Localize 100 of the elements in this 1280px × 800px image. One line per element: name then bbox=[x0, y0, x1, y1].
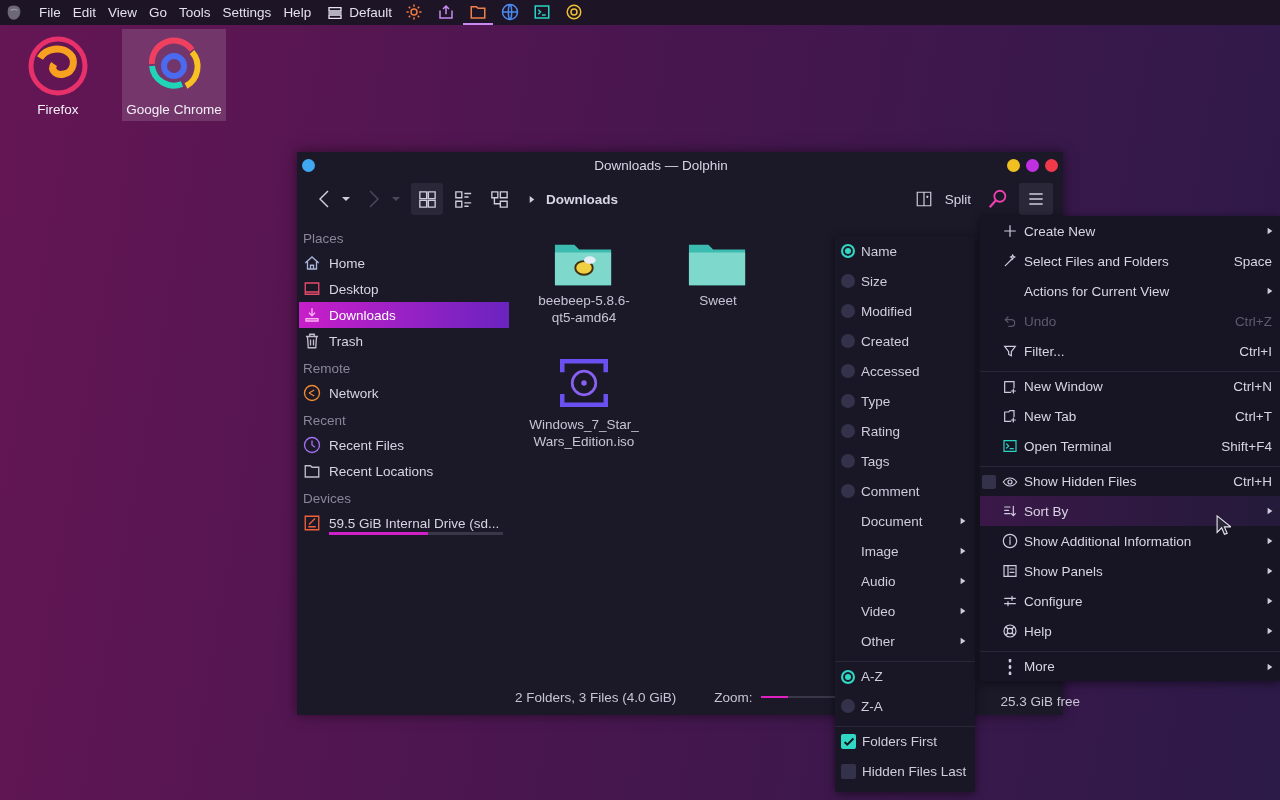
menu-item[interactable]: More bbox=[980, 651, 1280, 681]
shortcut-label: Ctrl+H bbox=[1233, 474, 1272, 489]
window-menu-icon[interactable] bbox=[302, 158, 315, 172]
submenu-arrow-icon bbox=[1266, 597, 1274, 605]
sort-icon bbox=[1002, 503, 1018, 519]
chevron-right-icon bbox=[369, 190, 379, 208]
place-item[interactable]: Home bbox=[299, 250, 509, 276]
menu-item[interactable]: Name bbox=[835, 236, 975, 266]
menu-item[interactable]: Select Files and Folders Space bbox=[980, 246, 1280, 276]
menu-item[interactable]: Show Additional Information bbox=[980, 526, 1280, 556]
menu-item[interactable]: Show Panels bbox=[980, 556, 1280, 586]
menu-item[interactable]: Configure bbox=[980, 586, 1280, 616]
menu-item[interactable]: Filter... Ctrl+I bbox=[980, 336, 1280, 366]
menu-item[interactable]: Rating bbox=[835, 416, 975, 446]
menu-item[interactable]: Create New bbox=[980, 216, 1280, 246]
close-button[interactable] bbox=[1045, 158, 1058, 172]
menu-item[interactable]: File bbox=[34, 1, 66, 24]
terminal-icon bbox=[532, 2, 551, 21]
menu-item[interactable]: Settings bbox=[217, 1, 277, 24]
shortcut-label: Ctrl+N bbox=[1233, 379, 1272, 394]
panels-icon bbox=[1002, 563, 1018, 579]
menu-item[interactable]: Created bbox=[835, 326, 975, 356]
menu-item[interactable]: Actions for Current View bbox=[980, 276, 1280, 306]
menu-item[interactable]: A-Z bbox=[835, 661, 975, 691]
window-title: Downloads — Dolphin bbox=[593, 157, 729, 173]
desktop-icon[interactable]: Google Chrome bbox=[122, 29, 226, 121]
section-heading: Recent bbox=[302, 412, 347, 430]
menu-item[interactable]: Type bbox=[835, 386, 975, 416]
home-icon bbox=[303, 254, 321, 272]
menu-item[interactable]: Accessed bbox=[835, 356, 975, 386]
place-item[interactable]: Desktop bbox=[299, 276, 509, 302]
menu-item[interactable]: Audio bbox=[835, 566, 975, 596]
menu-item[interactable]: Modified bbox=[835, 296, 975, 326]
layout-button[interactable]: Default bbox=[322, 1, 397, 24]
menu-button[interactable] bbox=[1019, 183, 1053, 215]
submenu-arrow-icon bbox=[1266, 567, 1274, 575]
radio-button[interactable] bbox=[841, 364, 855, 378]
menu-item[interactable]: Edit bbox=[67, 1, 102, 24]
submenu-arrow-icon bbox=[1266, 507, 1274, 515]
minimize-button[interactable] bbox=[1007, 158, 1020, 172]
network-icon bbox=[303, 384, 321, 402]
terminal-icon bbox=[1002, 438, 1018, 454]
submenu-arrow-icon bbox=[1266, 227, 1274, 235]
place-item[interactable]: Trash bbox=[299, 328, 509, 354]
menu-item[interactable]: Image bbox=[835, 536, 975, 566]
menu-item[interactable]: Video bbox=[835, 596, 975, 626]
breadcrumb-arrow-icon bbox=[527, 194, 536, 204]
caret-icon[interactable] bbox=[341, 194, 351, 204]
split-button[interactable]: Split bbox=[908, 184, 977, 214]
menu-item[interactable]: Folders First bbox=[835, 726, 975, 756]
place-item[interactable]: Recent Locations bbox=[299, 458, 509, 484]
checkbox[interactable] bbox=[982, 474, 996, 489]
clock-icon bbox=[303, 436, 321, 454]
sliders-icon bbox=[1002, 593, 1018, 609]
desktop-icon bbox=[303, 280, 321, 298]
menu-item[interactable]: View bbox=[103, 1, 143, 24]
lifebuoy-icon bbox=[1002, 623, 1018, 639]
place-item[interactable]: Network bbox=[299, 380, 509, 406]
menu-item[interactable]: Other bbox=[835, 626, 975, 656]
folder-item[interactable]: Sweet bbox=[653, 240, 783, 326]
submenu-arrow-icon bbox=[959, 517, 967, 525]
maximize-button[interactable] bbox=[1026, 158, 1039, 172]
menu-item[interactable]: Size bbox=[835, 266, 975, 296]
menu-item[interactable]: New Window Ctrl+N bbox=[980, 371, 1280, 401]
menu-item[interactable]: Go bbox=[144, 1, 173, 24]
upload-icon bbox=[436, 2, 455, 21]
checkbox[interactable] bbox=[841, 734, 856, 749]
trash-icon bbox=[303, 332, 321, 350]
radio-button[interactable] bbox=[841, 699, 855, 713]
folder-item[interactable]: beebeep-5.8.6-qt5-amd64 bbox=[519, 240, 649, 326]
menu-item[interactable]: Help bbox=[278, 1, 317, 24]
radio-button[interactable] bbox=[841, 244, 855, 258]
breadcrumb-item[interactable]: Downloads bbox=[540, 191, 624, 207]
disc-image-item[interactable]: Windows_7_Star_Wars_Edition.iso bbox=[519, 354, 649, 450]
menu-item[interactable]: Tags bbox=[835, 446, 975, 476]
menu-item[interactable]: Sort By bbox=[980, 496, 1280, 526]
radio-button[interactable] bbox=[841, 424, 855, 438]
menu-item[interactable]: Help bbox=[980, 616, 1280, 646]
radio-button[interactable] bbox=[841, 454, 855, 468]
download-icon bbox=[303, 306, 321, 324]
menu-item[interactable]: Document bbox=[835, 506, 975, 536]
radio-button[interactable] bbox=[841, 274, 855, 288]
radio-button[interactable] bbox=[841, 669, 855, 684]
view-mode-button[interactable] bbox=[411, 183, 443, 215]
place-item[interactable]: Downloads bbox=[299, 302, 509, 328]
menu-item[interactable]: New Tab Ctrl+T bbox=[980, 401, 1280, 431]
place-item[interactable]: Recent Files bbox=[299, 432, 509, 458]
radio-button[interactable] bbox=[841, 304, 855, 318]
checkbox[interactable] bbox=[841, 763, 856, 779]
menu-item[interactable]: Z-A bbox=[835, 691, 975, 721]
shortcut-label: Ctrl+I bbox=[1239, 343, 1272, 359]
menu-item[interactable]: Open Terminal Shift+F4 bbox=[980, 431, 1280, 461]
radio-button[interactable] bbox=[841, 394, 855, 408]
menu-item[interactable]: Comment bbox=[835, 476, 975, 506]
filter-icon bbox=[1002, 343, 1018, 359]
place-item[interactable]: 59.5 GiB Internal Drive (sd... bbox=[299, 510, 509, 536]
menu-item[interactable]: Hidden Files Last bbox=[835, 756, 975, 786]
radio-button[interactable] bbox=[841, 484, 855, 498]
menu-item[interactable]: Tools bbox=[174, 1, 216, 24]
radio-button[interactable] bbox=[841, 334, 855, 348]
